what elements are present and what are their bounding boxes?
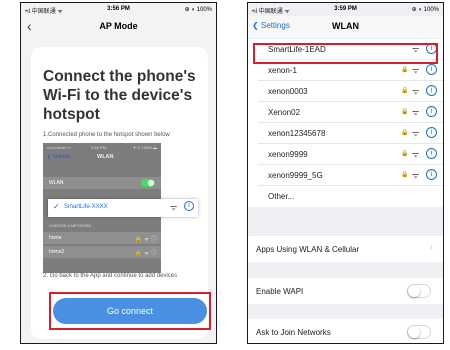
wlan-settings-screen: •ıl 中国联通 ᯤ 3:59 PM ⊕ ◗ 100% ❮ Settings W…	[247, 2, 444, 344]
step-one-text: 1.Connected phone to the hotspot shown b…	[43, 132, 170, 138]
info-icon: i	[184, 201, 194, 211]
illustration-wlan-row: WLAN	[43, 177, 161, 189]
illustration-battery: ✦ ⊙ 100% ▬	[132, 145, 157, 150]
info-icon[interactable]: i	[426, 127, 437, 138]
page-title: WLAN	[332, 21, 359, 31]
wifi-icon: ᯤ	[412, 66, 420, 75]
network-row[interactable]: xenon9999_5G 🔒 ᯤ i	[258, 165, 443, 186]
wifi-icon: ᯤ	[412, 171, 420, 180]
network-name: xenon0003	[268, 87, 308, 96]
wifi-icon: ᯤ	[412, 108, 420, 117]
highlighted-hotspot-row: ✓ SmartLife-XXXX ᯤ i	[48, 199, 198, 217]
ask-to-join-toggle[interactable]	[407, 325, 431, 339]
apps-using-wlan-label: Apps Using WLAN & Cellular	[256, 245, 360, 254]
battery-indicator: ⊕ ◗ 100%	[185, 6, 212, 13]
lock-icon: 🔒	[401, 151, 409, 157]
chevron-right-icon: ›	[429, 242, 433, 253]
info-icon[interactable]: i	[426, 85, 437, 96]
other-network-row[interactable]: Other...	[258, 186, 443, 207]
step-two-text: 2. Go back to the App and continue to ad…	[43, 273, 178, 279]
illustration-choose-network-caption: CHOOSE A NETWORK...	[49, 223, 95, 228]
network-name: SmartLife-1EAD	[268, 45, 326, 54]
network-list: SmartLife-1EAD ᯤ i xenon-1 🔒 ᯤ i xenon00…	[248, 39, 443, 207]
nav-bar: ❮ Settings WLAN	[248, 16, 443, 38]
illustration-home-icons: 🔒 ᯤ ⓘ	[134, 237, 157, 243]
other-network-label: Other...	[268, 192, 295, 201]
network-name: xenon9999	[268, 150, 308, 159]
network-row[interactable]: xenon12345678 🔒 ᯤ i	[258, 123, 443, 144]
wifi-icon: ᯤ	[412, 150, 420, 159]
status-bar: •ıl 中国联通 ᯤ 3:56 PM ⊕ ◗ 100%	[21, 3, 216, 16]
illustration-home-label: home	[49, 235, 62, 241]
illustration-back-link: ❮ Settings	[47, 154, 71, 160]
info-icon[interactable]: i	[426, 148, 437, 159]
ap-mode-screen: •ıl 中国联通 ᯤ 3:56 PM ⊕ ◗ 100% ‹ AP Mode Co…	[20, 2, 217, 344]
illustration-status-bar: •••••Carrier ᯤ 2:48 PM ✦ ⊙ 100% ▬	[47, 145, 157, 151]
network-row[interactable]: xenon0003 🔒 ᯤ i	[258, 81, 443, 102]
illustration-home2-icons: 🔒 ᯤ ⓘ	[134, 251, 157, 257]
illustration-time: 2:48 PM	[91, 145, 106, 150]
instruction-card: Connect the phone's Wi-Fi to the device'…	[31, 47, 208, 339]
ask-to-join-row: Ask to Join Networks	[248, 319, 443, 343]
checkmark-icon: ✓	[53, 202, 60, 211]
illustration-home-row: home 🔒 ᯤ ⓘ	[43, 232, 161, 244]
enable-wapi-toggle[interactable]	[407, 284, 431, 298]
page-title: AP Mode	[99, 21, 138, 31]
wifi-icon: ᯤ	[412, 129, 420, 138]
wifi-icon: ᯤ	[170, 203, 178, 212]
network-row[interactable]: xenon-1 🔒 ᯤ i	[258, 60, 443, 81]
illustration-home2-row: home2 🔒 ᯤ ⓘ	[43, 246, 161, 258]
network-name: xenon9999_5G	[268, 171, 323, 180]
illustration-wlan-label: WLAN	[49, 180, 64, 186]
nav-bar: ‹ AP Mode	[21, 16, 216, 38]
battery-label: ⊕ ◗ 100%	[411, 7, 439, 13]
network-row[interactable]: xenon9999 🔒 ᯤ i	[258, 144, 443, 165]
wifi-icon: ᯤ	[412, 87, 420, 96]
lock-icon: 🔒	[401, 67, 409, 73]
network-row[interactable]: SmartLife-1EAD ᯤ i	[258, 39, 443, 60]
network-name: xenon12345678	[268, 129, 326, 138]
lock-icon: 🔒	[401, 172, 409, 178]
network-name: xenon-1	[268, 66, 297, 75]
illustration-carrier: •••••Carrier ᯤ	[47, 145, 71, 150]
enable-wapi-row: Enable WAPI	[248, 278, 443, 304]
info-icon[interactable]: i	[426, 43, 437, 54]
illustration-wlan-toggle	[141, 179, 155, 187]
lock-icon: 🔒	[401, 130, 409, 136]
status-bar: •ıl 中国联通 ᯤ 3:59 PM ⊕ ◗ 100%	[248, 3, 443, 16]
illustration-title: WLAN	[97, 154, 114, 160]
wifi-icon: ᯤ	[412, 45, 420, 54]
ask-to-join-label: Ask to Join Networks	[256, 328, 331, 337]
instruction-heading: Connect the phone's Wi-Fi to the device'…	[43, 68, 196, 123]
info-icon[interactable]: i	[426, 106, 437, 117]
hotspot-name: SmartLife-XXXX	[64, 204, 108, 210]
lock-icon: 🔒	[401, 88, 409, 94]
network-name: Xenon02	[268, 108, 301, 117]
battery-indicator: ⊕ ◗ 100%	[412, 6, 439, 13]
illustration-home2-label: home2	[49, 249, 65, 255]
enable-wapi-label: Enable WAPI	[256, 287, 304, 296]
info-icon[interactable]: i	[426, 169, 437, 180]
apps-using-wlan-row[interactable]: Apps Using WLAN & Cellular ›	[248, 236, 443, 262]
lock-icon: 🔒	[401, 109, 409, 115]
info-icon[interactable]: i	[426, 64, 437, 75]
network-row[interactable]: Xenon02 🔒 ᯤ i	[258, 102, 443, 123]
battery-label: ⊕ ◗ 100%	[184, 7, 212, 13]
go-connect-button[interactable]: Go connect	[53, 298, 207, 324]
